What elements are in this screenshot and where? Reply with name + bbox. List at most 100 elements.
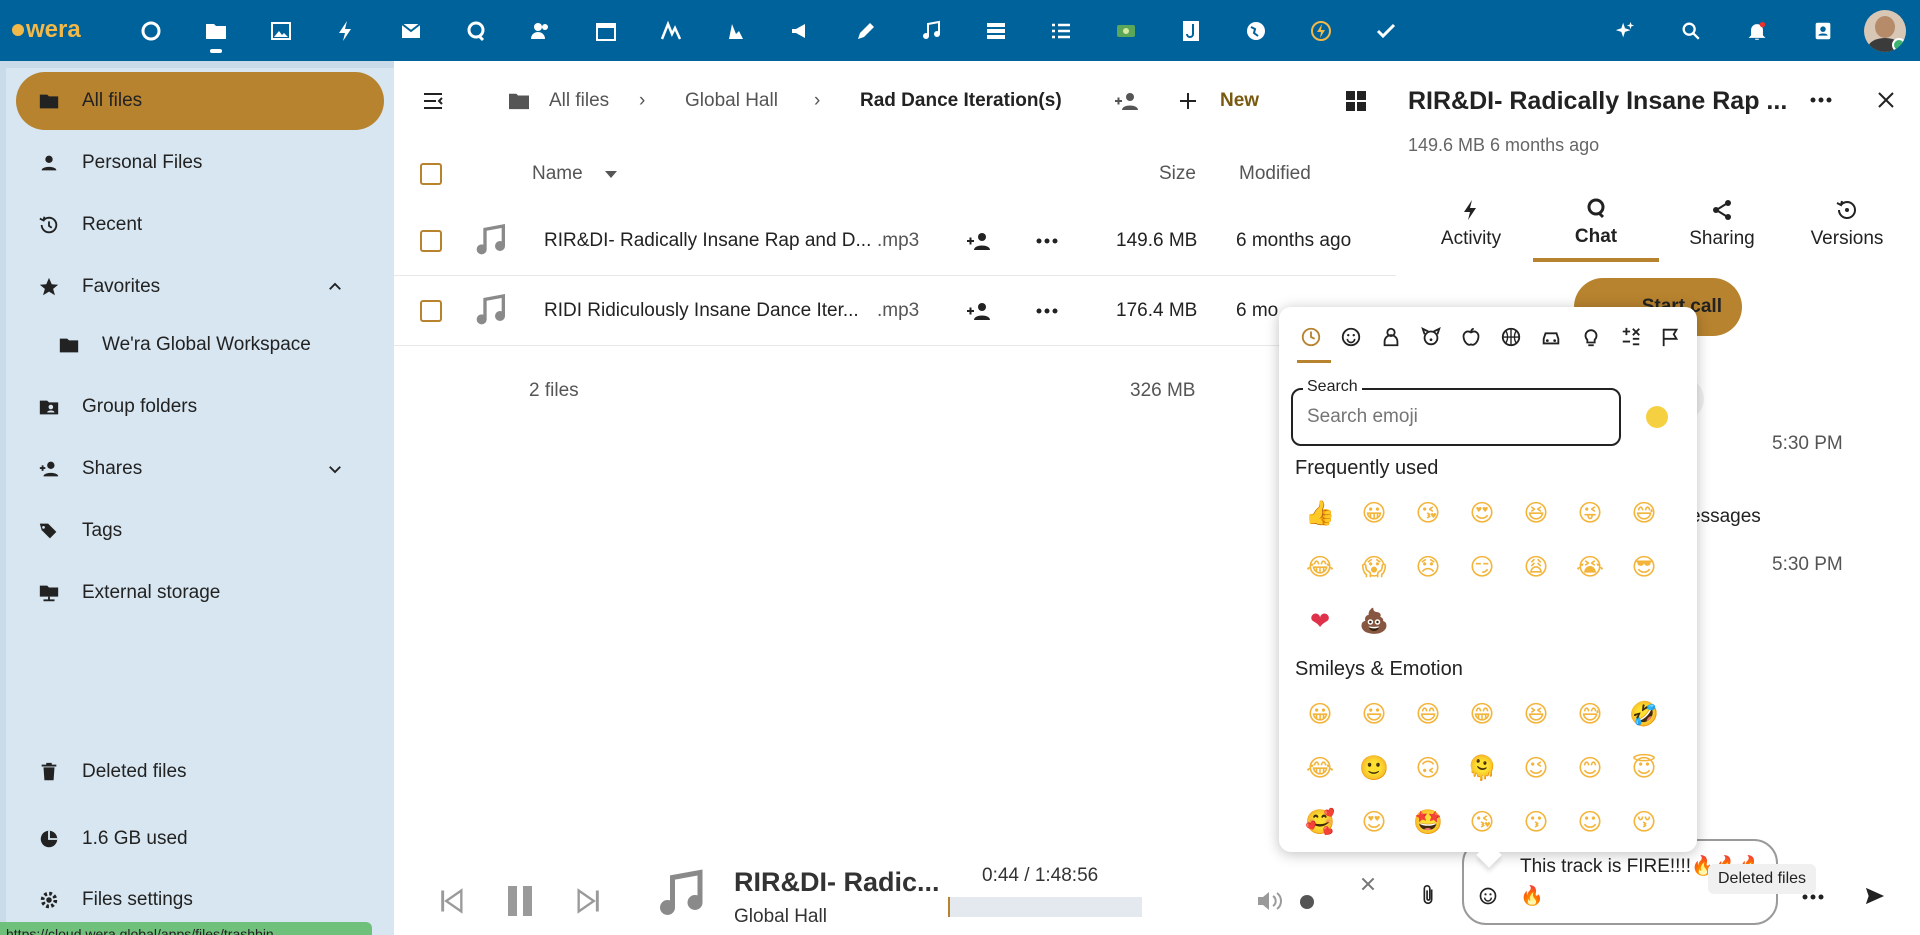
emoji-item[interactable]: 😍 — [1347, 795, 1401, 849]
wera-logo[interactable]: wera — [12, 16, 81, 44]
contacts-icon[interactable] — [508, 0, 573, 61]
new-button[interactable]: New — [1220, 90, 1259, 112]
nav-group-folders[interactable]: Group folders — [16, 378, 384, 436]
car-icon[interactable] — [1531, 317, 1571, 357]
file-name[interactable]: RIR&DI- Radically Insane Rap and D... — [544, 230, 871, 252]
emoji-item[interactable]: 😂 — [1293, 540, 1347, 594]
emoji-item[interactable]: 😎 — [1617, 540, 1671, 594]
tab-versions[interactable]: Versions — [1784, 186, 1910, 262]
table-row[interactable]: RIR&DI- Radically Insane Rap and D... .m… — [394, 206, 1396, 276]
sort-down-icon[interactable] — [604, 169, 618, 179]
emoji-item[interactable]: 😘 — [1401, 486, 1455, 540]
contacts-menu-icon[interactable] — [1790, 0, 1856, 61]
nav-all-files[interactable]: All files — [16, 72, 384, 130]
nav-deleted-files[interactable]: Deleted files — [16, 743, 384, 801]
emoji-item[interactable]: 😅 — [1617, 486, 1671, 540]
emoji-item[interactable]: 🫠 — [1455, 741, 1509, 795]
search-icon[interactable] — [1658, 0, 1724, 61]
tasks-icon[interactable] — [703, 0, 768, 61]
mail-icon[interactable] — [378, 0, 443, 61]
tab-chat[interactable]: Chat — [1533, 186, 1659, 262]
plus-icon[interactable] — [1178, 91, 1198, 111]
emoji-item[interactable]: 🤣 — [1617, 687, 1671, 741]
recent-icon[interactable] — [1291, 317, 1331, 363]
column-modified[interactable]: Modified — [1239, 163, 1311, 185]
smiley-icon[interactable] — [1331, 317, 1371, 357]
maps-icon[interactable] — [1223, 0, 1288, 61]
column-size[interactable]: Size — [1159, 163, 1196, 185]
food-icon[interactable] — [1451, 317, 1491, 357]
attachment-icon[interactable] — [1418, 884, 1438, 906]
calendar-icon[interactable] — [573, 0, 638, 61]
animal-icon[interactable] — [1411, 317, 1451, 357]
list-icon[interactable] — [1028, 0, 1093, 61]
emoji-search-field[interactable]: Search — [1291, 378, 1621, 446]
analytics-icon[interactable] — [638, 0, 703, 61]
emoji-item[interactable]: ❤ — [1293, 594, 1347, 648]
emoji-item[interactable]: 😃 — [1347, 687, 1401, 741]
track-title[interactable]: RIR&DI- Radic... — [734, 867, 940, 898]
emoji-item[interactable]: 🤩 — [1401, 795, 1455, 849]
emoji-item[interactable]: 😅 — [1563, 687, 1617, 741]
emoji-item[interactable]: 😄 — [1401, 687, 1455, 741]
volume-slider-handle[interactable] — [1300, 895, 1314, 909]
jdoc-icon[interactable] — [1158, 0, 1223, 61]
deck-icon[interactable] — [963, 0, 1028, 61]
nav-favorites[interactable]: Favorites — [16, 258, 384, 316]
music-icon[interactable] — [898, 0, 963, 61]
more-actions-icon[interactable] — [1802, 894, 1824, 900]
nav-files-settings[interactable]: Files settings — [16, 871, 384, 929]
emoji-item[interactable]: 🙃 — [1401, 741, 1455, 795]
breadcrumb-global-hall[interactable]: Global Hall — [685, 90, 778, 112]
chevron-down-icon[interactable] — [326, 460, 344, 478]
toggle-sidebar-icon[interactable] — [422, 91, 446, 111]
select-all-checkbox[interactable] — [420, 163, 442, 185]
row-checkbox[interactable] — [420, 229, 442, 252]
row-checkbox[interactable] — [420, 299, 442, 322]
tab-activity[interactable]: Activity — [1408, 186, 1534, 262]
emoji-item[interactable]: 😘 — [1455, 795, 1509, 849]
share-folder-icon[interactable] — [1114, 90, 1140, 112]
emoji-item[interactable]: 😞 — [1401, 540, 1455, 594]
chevron-up-icon[interactable] — [326, 278, 344, 296]
grid-view-icon[interactable] — [1344, 89, 1368, 113]
emoji-item[interactable]: 😊 — [1563, 741, 1617, 795]
announcements-icon[interactable] — [768, 0, 833, 61]
emoji-item[interactable]: 😏 — [1455, 540, 1509, 594]
nav-workspace[interactable]: We'ra Global Workspace — [36, 316, 384, 374]
symbols-icon[interactable] — [1611, 317, 1651, 357]
user-avatar[interactable] — [1864, 9, 1906, 52]
nav-recent[interactable]: Recent — [16, 196, 384, 254]
emoji-item[interactable]: 👍 — [1293, 486, 1347, 540]
files-icon[interactable] — [183, 0, 248, 61]
close-icon[interactable] — [1876, 90, 1896, 110]
volume-icon[interactable] — [1256, 889, 1286, 913]
flags-icon[interactable] — [1651, 317, 1691, 357]
emoji-item[interactable]: 😜 — [1563, 486, 1617, 540]
column-name[interactable]: Name — [532, 163, 583, 185]
draft-text[interactable]: 🔥 — [1520, 884, 1544, 907]
emoji-item[interactable]: 😗 — [1509, 795, 1563, 849]
emoji-item[interactable]: 😀 — [1293, 687, 1347, 741]
emoji-item[interactable]: 🙂 — [1347, 741, 1401, 795]
nav-external-storage[interactable]: External storage — [16, 564, 384, 622]
talk-icon[interactable] — [443, 0, 508, 61]
emoji-picker-icon[interactable] — [1478, 886, 1498, 906]
emoji-search-input[interactable] — [1305, 404, 1605, 430]
activity-icon[interactable] — [313, 0, 378, 61]
emoji-item[interactable]: 😱 — [1347, 540, 1401, 594]
skip-previous-icon[interactable] — [438, 887, 466, 915]
table-row[interactable]: RIDI Ridiculously Insane Dance Iter... .… — [394, 276, 1396, 346]
emoji-item[interactable]: 😚 — [1617, 795, 1671, 849]
cospend-icon[interactable] — [1093, 0, 1158, 61]
activity-ball-icon[interactable] — [1491, 317, 1531, 357]
emoji-item[interactable]: 💩 — [1347, 594, 1401, 648]
flow-icon[interactable] — [1288, 0, 1353, 61]
person-icon[interactable] — [1371, 317, 1411, 357]
pause-icon[interactable] — [502, 883, 538, 919]
emoji-item[interactable]: 😇 — [1617, 741, 1671, 795]
emoji-item[interactable]: 😉 — [1509, 741, 1563, 795]
breadcrumb-all-files[interactable]: All files — [549, 90, 609, 112]
emoji-item[interactable]: 🥰 — [1293, 795, 1347, 849]
emoji-item[interactable]: 😭 — [1563, 540, 1617, 594]
